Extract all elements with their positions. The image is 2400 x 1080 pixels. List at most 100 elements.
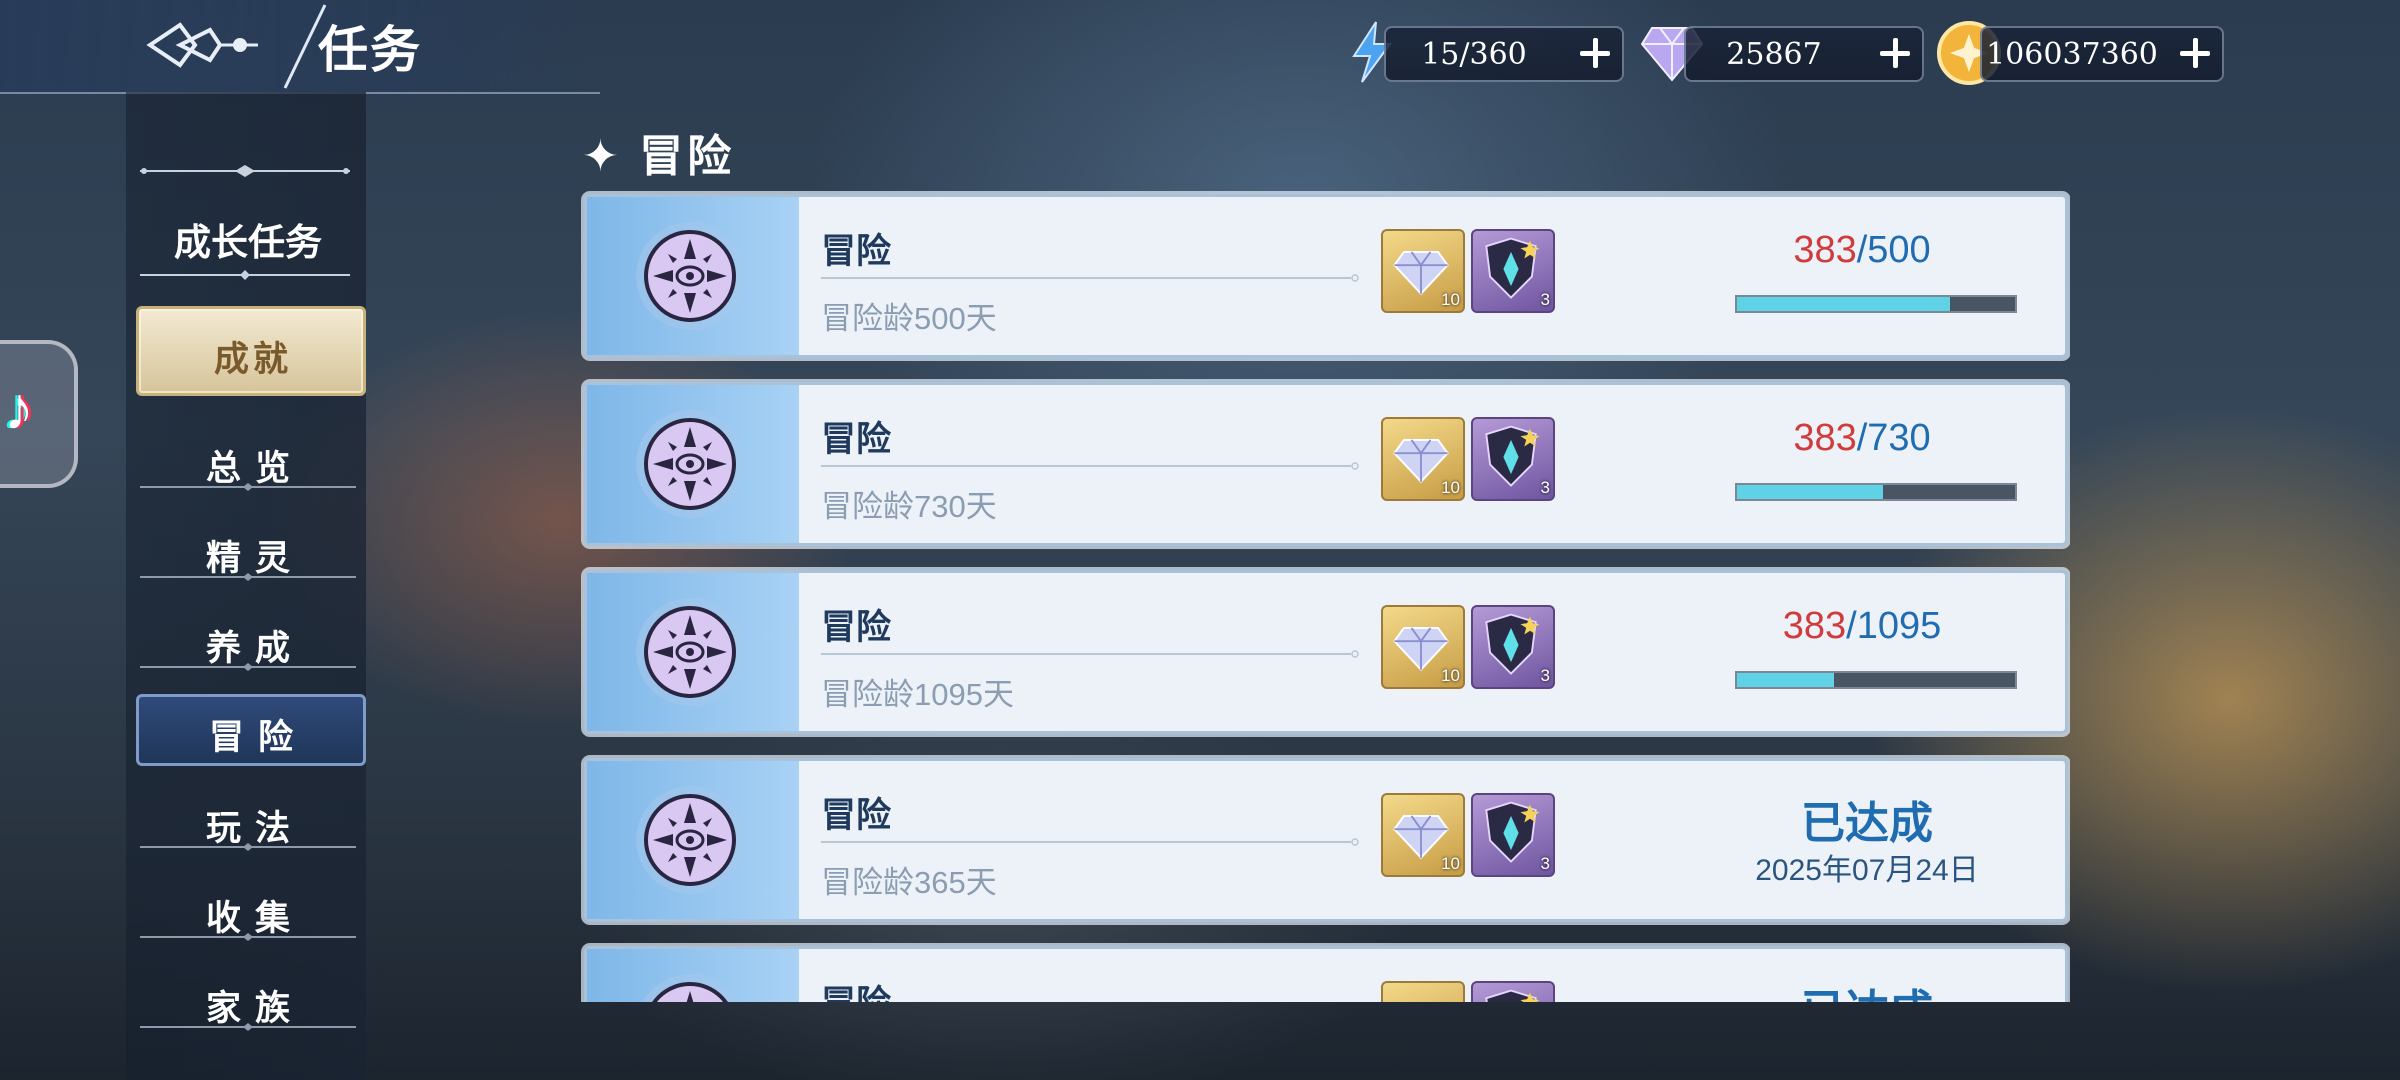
task-card[interactable]: 冒险 冒险龄365天 10 3 已达成 2025年07月24日 bbox=[584, 758, 2068, 922]
progress-max: 500 bbox=[1867, 229, 1931, 271]
task-title: 冒险 bbox=[821, 420, 892, 459]
sidebar-ornament-header bbox=[140, 270, 350, 280]
reward-count: 3 bbox=[1540, 478, 1550, 497]
sidebar-item-cultivate[interactable]: 养成 bbox=[136, 608, 360, 672]
compass-emblem-icon bbox=[636, 598, 744, 706]
sidebar-item-gameplay[interactable]: 玩法 bbox=[136, 788, 360, 852]
progress-max: 1095 bbox=[1856, 605, 1942, 647]
completed-date: 2025年07月24日 bbox=[1755, 854, 1979, 887]
task-description: 冒险龄365天 bbox=[821, 865, 997, 900]
progress-bar bbox=[1735, 671, 2017, 689]
stamina-counter: 15/360 bbox=[1384, 26, 1624, 82]
task-card[interactable]: 冒险 冒险龄1095天 10 3 383/1095 bbox=[584, 570, 2068, 734]
reward-count: 10 bbox=[1441, 478, 1460, 497]
progress-separator: / bbox=[1856, 229, 1868, 271]
stamina-value: 15/360 bbox=[1421, 37, 1527, 72]
crest-reward-graphic bbox=[1485, 801, 1540, 863]
progress-max: 730 bbox=[1867, 417, 1931, 459]
task-title: 冒险 bbox=[821, 975, 891, 1002]
progress-separator: / bbox=[1846, 605, 1857, 647]
music-note-icon: ♪ bbox=[4, 375, 34, 442]
progress-current: 383 bbox=[1793, 229, 1857, 271]
crest-reward-graphic bbox=[1485, 237, 1540, 299]
reward-count: 3 bbox=[1540, 854, 1550, 873]
diamond-reward-icon[interactable]: 10 bbox=[1381, 417, 1465, 501]
section-title-text: 冒险 bbox=[639, 132, 736, 181]
task-divider bbox=[821, 274, 1359, 282]
progress-text: 383/500 bbox=[1727, 229, 1997, 272]
task-card[interactable]: 冒险 冒险龄730天 10 3 383/730 bbox=[584, 382, 2068, 546]
crest-reward-graphic bbox=[1485, 613, 1540, 675]
divider-line bbox=[140, 483, 356, 491]
compass-emblem-icon bbox=[636, 222, 744, 330]
crest-reward-icon[interactable]: 3 bbox=[1471, 229, 1555, 313]
task-title: 冒险 bbox=[821, 232, 892, 271]
sidebar-item-adventure[interactable]: 冒险 bbox=[136, 694, 366, 766]
sidebar-item-overview[interactable]: 总览 bbox=[136, 428, 360, 492]
progress-fill bbox=[1737, 485, 1883, 499]
divider-line bbox=[140, 663, 356, 671]
sidebar-item-spirit[interactable]: 精灵 bbox=[136, 518, 360, 582]
coin-counter: 106037360 bbox=[1980, 26, 2224, 82]
task-card[interactable]: 冒险 已达成 bbox=[584, 946, 2068, 1002]
task-list[interactable]: 冒险 冒险龄500天 10 3 383/500 冒险 冒险龄730天 10 3 … bbox=[580, 190, 2070, 1002]
page-title: 任务 bbox=[318, 22, 422, 78]
floating-app-button[interactable]: ♪ bbox=[0, 340, 78, 488]
reward-count: 3 bbox=[1540, 666, 1550, 685]
sidebar-item-achievement[interactable]: 成就 bbox=[136, 306, 366, 396]
reward-count: 10 bbox=[1441, 666, 1460, 685]
sidebar-item-family[interactable]: 家族 bbox=[136, 968, 360, 1032]
task-icon-panel bbox=[587, 197, 799, 355]
progress-current: 383 bbox=[1782, 605, 1847, 647]
divider-line bbox=[140, 573, 356, 581]
divider-line bbox=[140, 933, 356, 941]
section-title: ✦ 冒险 bbox=[582, 120, 735, 184]
reward-count: 10 bbox=[1441, 290, 1460, 309]
crest-reward-icon[interactable]: 3 bbox=[1471, 605, 1555, 689]
diamond-reward-icon[interactable]: 10 bbox=[1381, 605, 1465, 689]
compass-emblem-icon bbox=[636, 786, 744, 894]
compass-emblem-icon bbox=[642, 974, 738, 1002]
task-description: 冒险龄730天 bbox=[821, 489, 997, 524]
back-emblem-icon[interactable] bbox=[140, 10, 260, 80]
divider-line bbox=[140, 843, 356, 851]
task-divider bbox=[821, 838, 1359, 846]
task-title: 冒险 bbox=[821, 796, 892, 835]
task-divider bbox=[821, 462, 1359, 470]
top-bar: 任务 bbox=[0, 0, 600, 94]
completed-label: 已达成 bbox=[1727, 975, 2007, 1002]
task-icon-panel bbox=[587, 949, 799, 1002]
add-coin-button[interactable] bbox=[2178, 36, 2212, 70]
diamond-reward-icon[interactable]: 10 bbox=[1381, 229, 1465, 313]
task-card[interactable]: 冒险 冒险龄500天 10 3 383/500 bbox=[584, 194, 2068, 358]
diamond-value: 25867 bbox=[1726, 37, 1822, 72]
task-icon-panel bbox=[587, 761, 799, 919]
diamond-reward-icon[interactable] bbox=[1381, 981, 1465, 1002]
sidebar-header: 成长任务 bbox=[174, 220, 322, 264]
sidebar-ornament-top bbox=[140, 165, 350, 177]
progress-bar bbox=[1735, 483, 2017, 501]
add-diamond-button[interactable] bbox=[1878, 36, 1912, 70]
progress-separator: / bbox=[1856, 417, 1868, 459]
crest-reward-graphic bbox=[1485, 425, 1540, 487]
crest-reward-icon[interactable] bbox=[1471, 981, 1555, 1002]
divider-line bbox=[140, 1023, 356, 1031]
diamond-counter: 25867 bbox=[1684, 26, 1924, 82]
add-stamina-button[interactable] bbox=[1578, 36, 1612, 70]
task-icon-panel bbox=[587, 573, 799, 731]
sidebar-item-label: 成就 bbox=[213, 339, 292, 380]
progress-bar bbox=[1735, 295, 2017, 313]
task-icon-panel bbox=[587, 385, 799, 543]
task-description: 冒险龄1095天 bbox=[821, 677, 1014, 712]
progress-text: 383/730 bbox=[1727, 417, 1997, 460]
diamond-reward-icon[interactable]: 10 bbox=[1381, 793, 1465, 877]
sidebar-item-collect[interactable]: 收集 bbox=[136, 878, 360, 942]
task-divider bbox=[821, 650, 1359, 658]
compass-emblem-icon bbox=[636, 410, 744, 518]
coin-value: 106037360 bbox=[1986, 37, 2158, 72]
task-description: 冒险龄500天 bbox=[821, 301, 997, 336]
crest-reward-icon[interactable]: 3 bbox=[1471, 793, 1555, 877]
reward-count: 10 bbox=[1441, 854, 1460, 873]
task-title: 冒险 bbox=[821, 608, 892, 647]
crest-reward-icon[interactable]: 3 bbox=[1471, 417, 1555, 501]
